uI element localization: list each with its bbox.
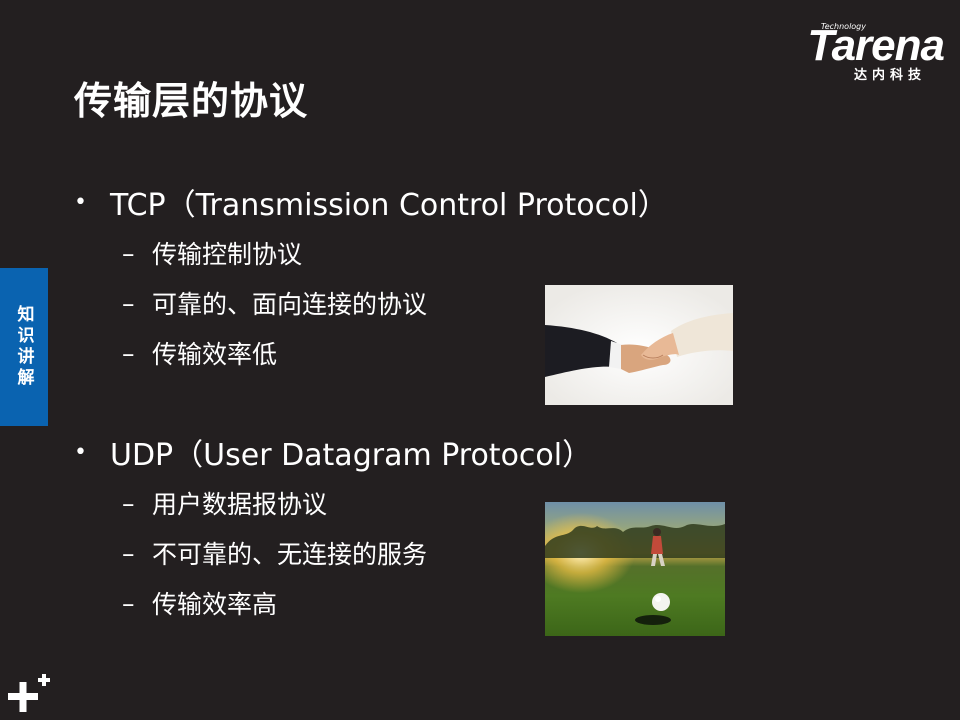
sub-item: – 用户数据报协议 [122, 485, 327, 521]
golf-scene-icon [545, 502, 725, 636]
tarena-logo: Technology Tarena 达内科技 [774, 20, 945, 84]
sub-item: – 传输效率低 [122, 335, 277, 371]
sub-text: 可靠的、面向连接的协议 [152, 290, 428, 319]
plus-mark-icon [8, 674, 50, 712]
sub-text: 用户数据报协议 [152, 490, 328, 519]
sub-item: – 不可靠的、无连接的服务 [122, 535, 427, 571]
bullet-tcp: • TCP（Transmission Control Protocol） [74, 180, 668, 224]
side-tab-label: 知识讲解 [13, 305, 34, 389]
golf-ball-image [545, 502, 725, 636]
sub-dash: – [122, 338, 135, 368]
sub-dash: – [122, 238, 135, 268]
sub-dash: – [122, 588, 135, 618]
logo-brand: Tarena [807, 21, 945, 70]
handshake-image [545, 285, 733, 405]
sub-dash: – [122, 538, 135, 568]
sub-dash: – [122, 488, 135, 518]
side-tab-knowledge: 知识讲解 [0, 268, 48, 426]
sub-text: 传输效率高 [152, 590, 278, 619]
bullet-dot: • [74, 439, 87, 465]
bullet-udp: • UDP（User Datagram Protocol） [74, 430, 592, 474]
bullet-dot: • [74, 189, 87, 215]
slide-title: 传输层的协议 [74, 79, 309, 123]
handshake-icon [545, 285, 733, 405]
sub-item: – 传输控制协议 [122, 235, 302, 271]
bullet-text: TCP（Transmission Control Protocol） [110, 188, 668, 223]
logo-cn: 达内科技 [853, 68, 926, 83]
sub-text: 不可靠的、无连接的服务 [152, 540, 428, 569]
sub-text: 传输控制协议 [152, 240, 303, 269]
sub-dash: – [122, 288, 135, 318]
sub-text: 传输效率低 [152, 340, 278, 369]
bullet-text: UDP（User Datagram Protocol） [110, 438, 593, 473]
sub-item: – 可靠的、面向连接的协议 [122, 285, 427, 321]
sub-item: – 传输效率高 [122, 585, 277, 621]
